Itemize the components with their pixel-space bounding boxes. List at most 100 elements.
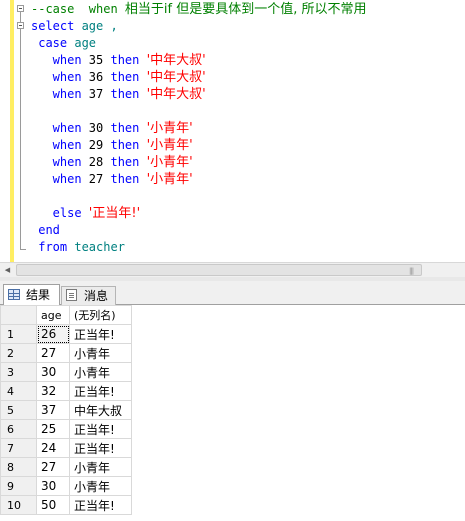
code-line: when 28 then '小青年' [31,154,367,171]
row-number[interactable]: 2 [0,343,37,363]
cell-age[interactable]: 30 [36,362,70,382]
cell-age[interactable]: 25 [36,419,70,439]
cell-label[interactable]: 小青年 [69,476,132,496]
table-row[interactable]: 10 50 正当年! [0,495,132,515]
code-token: when [31,172,89,186]
code-line: from teacher [31,239,367,256]
horizontal-scrollbar[interactable]: ◀ ||| [0,262,465,277]
code-token: '小青年' [146,138,193,153]
code-token: select [31,19,82,33]
code-token: then [110,172,147,186]
code-token: teacher [74,240,125,254]
cell-label[interactable]: 正当年! [69,495,132,515]
scroll-grip-icon: ||| [409,267,414,275]
cell-age[interactable]: 30 [36,476,70,496]
code-token: from [31,240,75,254]
code-token: when [31,87,89,101]
code-line: else '正当年!' [31,205,367,222]
grid-icon [8,289,20,300]
cell-age[interactable]: 27 [36,457,70,477]
code-line: end [31,222,367,239]
row-number[interactable]: 8 [0,457,37,477]
cell-age[interactable]: 27 [36,343,70,363]
table-row[interactable]: 3 30 小青年 [0,362,132,382]
cell-label[interactable]: 正当年! [69,324,132,344]
column-header-label[interactable]: (无列名) [69,305,132,325]
code-token: 35 [88,53,111,67]
code-line: when 35 then '中年大叔' [31,52,367,69]
code-token: '小青年' [146,155,193,170]
cell-label[interactable]: 小青年 [69,362,132,382]
code-token: 相当于if 但是要具体到一个值, 所以不常用 [124,2,367,17]
code-token: 30 [88,121,111,135]
row-number[interactable]: 3 [0,362,37,382]
code-line: when 29 then '小青年' [31,137,367,154]
table-row[interactable]: 2 27 小青年 [0,343,132,363]
row-number[interactable]: 9 [0,476,37,496]
code-token: then [110,87,147,101]
row-number[interactable]: 1 [0,324,37,344]
code-token: --case when [31,2,125,16]
results-grid[interactable]: age (无列名) 1 26 正当年! 2 27 小青年 3 30 小青年 4 32 正当年! 5 37 中… [0,305,465,521]
collapse-icon[interactable] [17,22,24,29]
code-token: age , [81,19,118,33]
grid-corner[interactable] [0,305,37,325]
table-row[interactable]: 6 25 正当年! [0,419,132,439]
code-token: when [31,121,89,135]
code-token: when [31,138,89,152]
code-token: 28 [88,155,111,169]
query-editor[interactable]: --case when 相当于if 但是要具体到一个值, 所以不常用 select… [0,0,465,262]
code-line: when 36 then '中年大叔' [31,69,367,86]
cell-age[interactable]: 26 [36,324,70,344]
row-number[interactable]: 5 [0,400,37,420]
code-line: case age [31,35,367,52]
cell-age[interactable]: 50 [36,495,70,515]
cell-age[interactable]: 24 [36,438,70,458]
code-token: else [31,206,89,220]
outline-line [20,29,21,249]
column-header-age[interactable]: age [36,305,70,325]
sql-code[interactable]: --case when 相当于if 但是要具体到一个值, 所以不常用 select… [31,1,367,256]
code-token: then [110,121,147,135]
code-token: '中年大叔' [146,87,206,102]
code-token: '小青年' [146,121,193,136]
row-number[interactable]: 10 [0,495,37,515]
code-token: then [110,70,147,84]
code-token: '中年大叔' [146,53,206,68]
table-row[interactable]: 5 37 中年大叔 [0,400,132,420]
row-number[interactable]: 4 [0,381,37,401]
code-line: when 37 then '中年大叔' [31,86,367,103]
code-token: 29 [88,138,111,152]
tab-messages-label: 消息 [84,289,109,303]
cell-age[interactable]: 37 [36,400,70,420]
code-token: when [31,155,89,169]
table-row[interactable]: 1 26 正当年! [0,324,132,344]
row-number[interactable]: 6 [0,419,37,439]
tab-results-label: 结果 [26,288,51,302]
row-number[interactable]: 7 [0,438,37,458]
code-line: when 27 then '小青年' [31,171,367,188]
code-token: 36 [88,70,111,84]
scroll-thumb[interactable] [16,264,422,276]
cell-label[interactable]: 正当年! [69,419,132,439]
cell-label[interactable]: 正当年! [69,381,132,401]
table-row[interactable]: 8 27 小青年 [0,457,132,477]
code-line: select age , [31,18,367,35]
table-row[interactable]: 7 24 正当年! [0,438,132,458]
tab-messages[interactable]: 消息 [61,286,116,305]
table-row[interactable]: 4 32 正当年! [0,381,132,401]
cell-age[interactable]: 32 [36,381,70,401]
code-token: age [74,36,97,50]
cell-label[interactable]: 小青年 [69,457,132,477]
cell-label[interactable]: 小青年 [69,343,132,363]
cell-label[interactable]: 正当年! [69,438,132,458]
code-token: then [110,155,147,169]
cell-label[interactable]: 中年大叔 [69,400,132,420]
code-token: '小青年' [146,172,193,187]
arrow-left-icon[interactable]: ◀ [0,263,15,277]
code-token: when [31,53,89,67]
tab-results[interactable]: 结果 [3,284,60,306]
collapse-icon[interactable] [17,5,24,12]
table-row[interactable]: 9 30 小青年 [0,476,132,496]
outline-end [20,249,26,250]
